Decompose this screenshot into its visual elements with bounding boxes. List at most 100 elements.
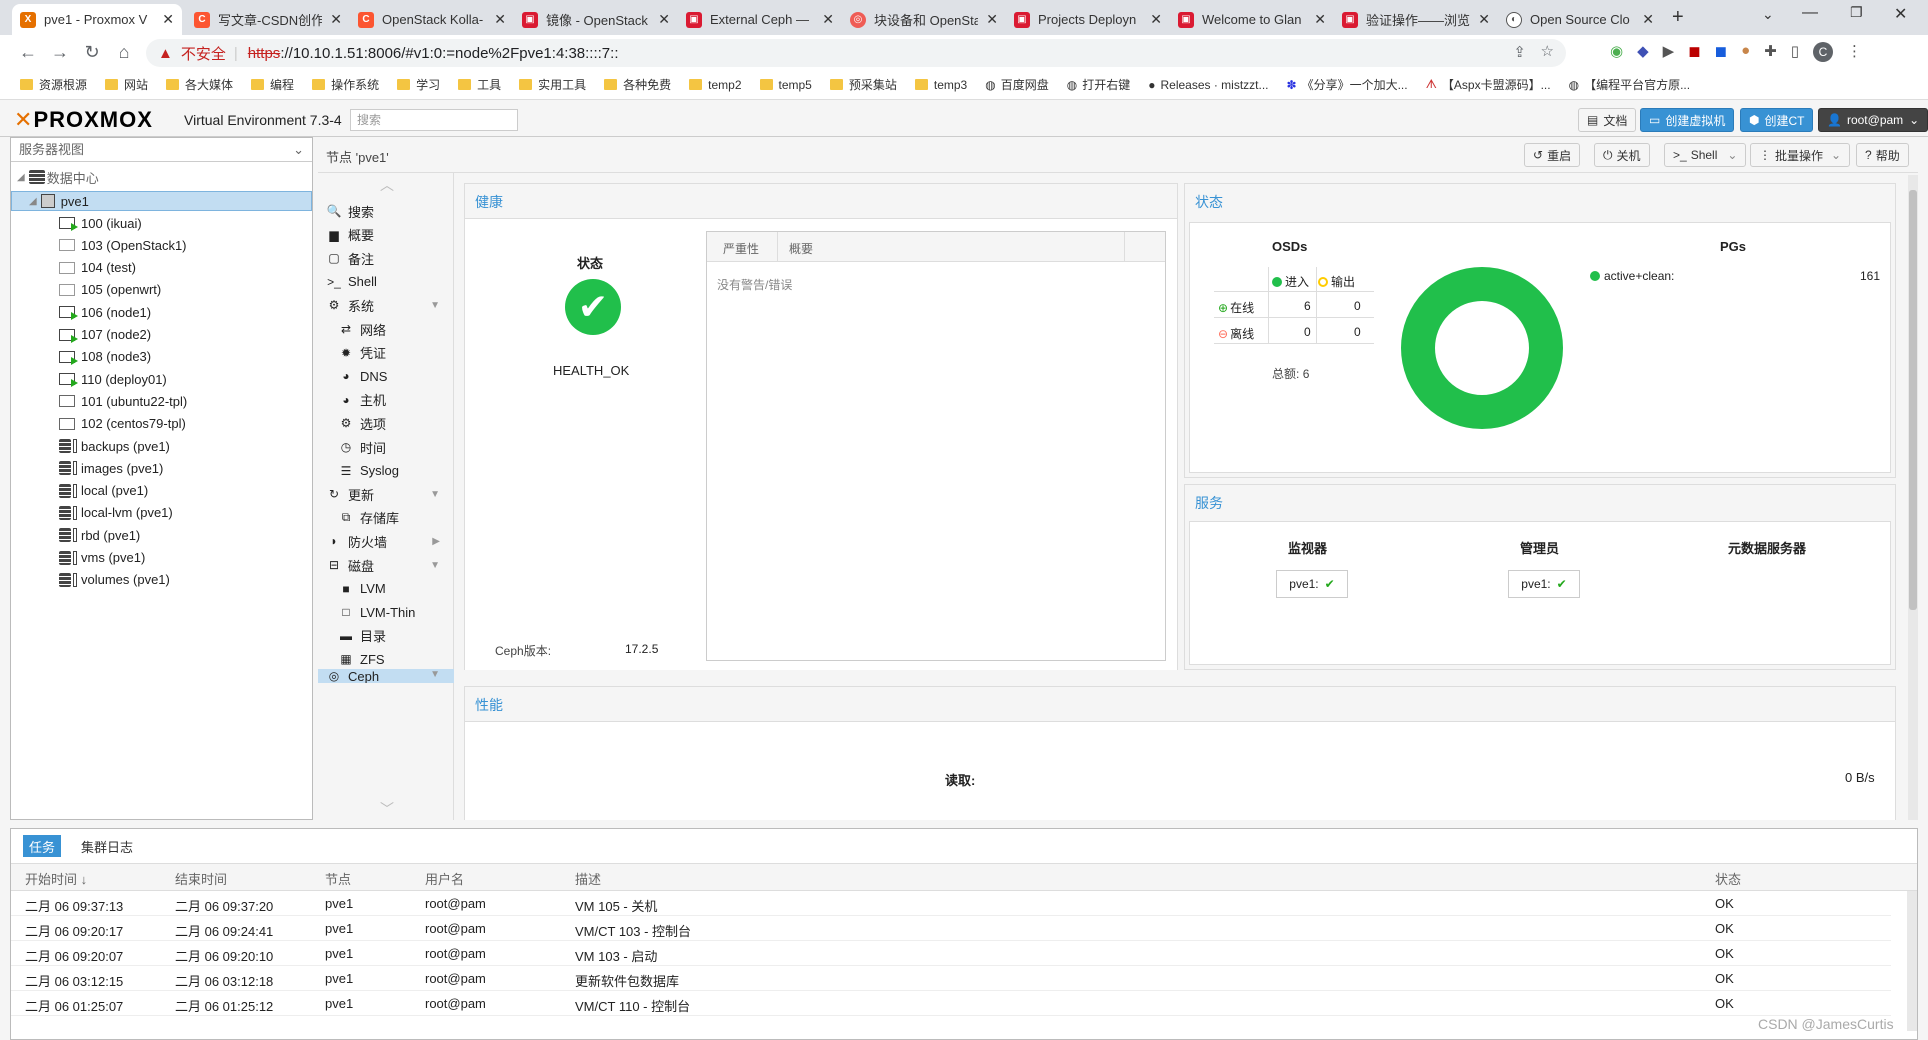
close-window-button[interactable]: ✕ bbox=[1894, 4, 1907, 24]
col-start-time[interactable]: 开始时间 ↓ bbox=[25, 869, 87, 888]
table-row[interactable]: 二月 06 09:20:17 二月 06 09:24:41 pve1 root@pam… bbox=[11, 916, 1891, 941]
col-node[interactable]: 节点 bbox=[325, 869, 351, 888]
browser-tab[interactable]: ▣ Projects Deployn ✕ bbox=[1006, 4, 1170, 35]
bookmark[interactable]: 编程 bbox=[251, 76, 294, 93]
browser-tab[interactable]: ▣ Welcome to Glan ✕ bbox=[1170, 4, 1334, 35]
forward-button[interactable]: → bbox=[46, 39, 74, 67]
bookmark[interactable]: 学习 bbox=[397, 76, 440, 93]
bookmark[interactable]: ◍ 【编程平台官方原... bbox=[1569, 76, 1691, 93]
browser-tab[interactable]: C OpenStack Kolla- ✕ bbox=[350, 4, 514, 35]
close-icon[interactable]: ✕ bbox=[494, 11, 506, 28]
bulk-actions-button[interactable]: ⋮ 批量操作 ⌄ bbox=[1750, 143, 1851, 167]
docs-button[interactable]: ▤ 文档 bbox=[1578, 108, 1637, 132]
bookmark[interactable]: ◍ 打开右键 bbox=[1067, 76, 1131, 93]
scrollbar[interactable] bbox=[1907, 891, 1917, 1031]
tab-cluster-log[interactable]: 集群日志 bbox=[75, 835, 139, 857]
tree-datacenter[interactable]: ◢ 数据中心 bbox=[17, 167, 99, 187]
reboot-button[interactable]: ↺ 重启 bbox=[1524, 143, 1581, 167]
sidebar-icon[interactable]: ▯ bbox=[1791, 42, 1799, 62]
bookmark[interactable]: temp3 bbox=[914, 78, 967, 92]
bookmark[interactable]: ᗑ 【Aspx卡盟源码】... bbox=[1426, 76, 1551, 93]
bookmark-star-icon[interactable]: ☆ bbox=[1541, 42, 1554, 60]
search-input[interactable]: 搜索 bbox=[350, 109, 518, 131]
tree-node-pve1[interactable]: ◢ pve1 bbox=[29, 191, 89, 211]
tab-tasks[interactable]: 任务 bbox=[23, 835, 62, 857]
bookmark[interactable]: ● Releases · mistzzt... bbox=[1148, 78, 1268, 92]
bookmark[interactable]: ✽ 《分享》一个加大... bbox=[1287, 76, 1408, 93]
tree-guest-item[interactable]: 104 (test) bbox=[59, 258, 136, 278]
scroll-up-icon[interactable]: ︿ bbox=[380, 175, 394, 195]
tree-guest-item[interactable]: 100 (ikuai) bbox=[59, 213, 142, 233]
insecure-label[interactable]: 不安全 bbox=[181, 43, 226, 64]
ublock-icon[interactable]: ◼ bbox=[1688, 42, 1700, 62]
close-icon[interactable]: ✕ bbox=[1150, 11, 1162, 28]
bookmark[interactable]: 预采集站 bbox=[829, 76, 897, 93]
close-icon[interactable]: ✕ bbox=[658, 11, 670, 28]
table-row[interactable]: 二月 06 09:20:07 二月 06 09:20:10 pve1 root@pam… bbox=[11, 941, 1891, 966]
restore-button[interactable]: ❐ bbox=[1850, 4, 1863, 21]
col-status[interactable]: 状态 bbox=[1715, 869, 1741, 888]
cookie-icon[interactable]: ● bbox=[1741, 42, 1750, 62]
bookmark[interactable]: 网站 bbox=[105, 76, 148, 93]
tree-guest-item[interactable]: 106 (node1) bbox=[59, 302, 151, 322]
shell-button[interactable]: >_ Shell ⌄ bbox=[1664, 143, 1747, 167]
close-icon[interactable]: ✕ bbox=[1642, 11, 1654, 28]
tree-guest-item[interactable]: 102 (centos79-tpl) bbox=[59, 414, 186, 434]
new-tab-button[interactable]: + bbox=[1672, 6, 1684, 29]
help-button[interactable]: ? 帮助 bbox=[1856, 143, 1909, 167]
tree-storage-item[interactable]: rbd (pve1) bbox=[59, 525, 140, 545]
bitwarden-icon[interactable]: ◼ bbox=[1715, 42, 1727, 62]
close-icon[interactable]: ✕ bbox=[1478, 11, 1490, 28]
col-severity[interactable]: 严重性 bbox=[723, 240, 759, 257]
tree-storage-item[interactable]: local-lvm (pve1) bbox=[59, 503, 173, 523]
browser-tab[interactable]: ◐ Open Source Clo ✕ bbox=[1498, 4, 1662, 35]
bookmark[interactable]: 资源根源 bbox=[20, 76, 87, 93]
table-row[interactable]: 二月 06 01:25:07 二月 06 01:25:12 pve1 root@pam… bbox=[11, 991, 1891, 1016]
bookmark[interactable]: 各种免费 bbox=[604, 76, 671, 93]
bookmark[interactable]: 工具 bbox=[458, 76, 501, 93]
tree-storage-item[interactable]: vms (pve1) bbox=[59, 548, 145, 568]
reload-button[interactable]: ↻ bbox=[78, 39, 106, 67]
create-ct-button[interactable]: ⬢ 创建CT bbox=[1740, 108, 1814, 132]
avatar[interactable]: C bbox=[1813, 42, 1833, 62]
warning-icon[interactable]: ▲ bbox=[158, 45, 173, 62]
table-row[interactable]: 二月 06 03:12:15 二月 06 03:12:18 pve1 root@pam… bbox=[11, 966, 1891, 991]
browser-tab[interactable]: ▣ 验证操作——浏览 ✕ bbox=[1334, 4, 1498, 35]
col-description[interactable]: 描述 bbox=[575, 869, 601, 888]
close-icon[interactable]: ✕ bbox=[1314, 11, 1326, 28]
address-bar[interactable]: ▲ 不安全 | https ://10.10.1.51:8006/#v1:0:=… bbox=[146, 39, 1566, 67]
col-end-time[interactable]: 结束时间 bbox=[175, 869, 227, 888]
puzzle-icon[interactable]: ✚ bbox=[1764, 42, 1777, 62]
nav-item[interactable]: ◎ Ceph ▼ bbox=[318, 669, 454, 683]
share-icon[interactable]: ⇪ bbox=[1513, 43, 1526, 61]
browser-tab[interactable]: ▣ 镜像 - OpenStack ✕ bbox=[514, 4, 678, 35]
browser-tab[interactable]: ◎ 块设备和 OpenSta ✕ bbox=[842, 4, 1006, 35]
bookmark[interactable]: temp2 bbox=[689, 78, 742, 92]
bookmark[interactable]: 操作系统 bbox=[312, 76, 379, 93]
scrollbar-thumb[interactable] bbox=[1909, 190, 1917, 610]
tree-guest-item[interactable]: 110 (deploy01) bbox=[59, 369, 167, 389]
browser-tab[interactable]: C 写文章-CSDN创作 ✕ bbox=[186, 4, 350, 35]
tree-guest-item[interactable]: 103 (OpenStack1) bbox=[59, 235, 187, 255]
close-icon[interactable]: ✕ bbox=[330, 11, 342, 28]
menu-icon[interactable]: ⋮ bbox=[1847, 42, 1862, 62]
bookmark[interactable]: temp5 bbox=[759, 78, 812, 92]
manager-item[interactable]: pve1: ✔ bbox=[1508, 570, 1580, 598]
tree-storage-item[interactable]: volumes (pve1) bbox=[59, 570, 170, 590]
home-icon[interactable]: ⌂ bbox=[110, 39, 138, 67]
bookmark[interactable]: ◍ 百度网盘 bbox=[985, 76, 1049, 93]
extension-icon[interactable]: ◉ bbox=[1610, 42, 1623, 62]
shutdown-button[interactable]: ⏻ 关机 bbox=[1594, 143, 1650, 167]
tree-guest-item[interactable]: 107 (node2) bbox=[59, 325, 151, 345]
table-row[interactable]: 二月 06 09:37:13 二月 06 09:37:20 pve1 root@pam… bbox=[11, 891, 1891, 916]
tree-storage-item[interactable]: local (pve1) bbox=[59, 481, 148, 501]
close-icon[interactable]: ✕ bbox=[822, 11, 834, 28]
close-icon[interactable]: ✕ bbox=[986, 11, 998, 28]
back-button[interactable]: ← bbox=[14, 39, 42, 67]
col-user[interactable]: 用户名 bbox=[425, 869, 464, 888]
tree-storage-item[interactable]: images (pve1) bbox=[59, 458, 163, 478]
bookmark[interactable]: 实用工具 bbox=[519, 76, 586, 93]
scroll-down-icon[interactable]: ﹀ bbox=[380, 799, 394, 819]
tree-guest-item[interactable]: 105 (openwrt) bbox=[59, 280, 161, 300]
monitor-item[interactable]: pve1: ✔ bbox=[1276, 570, 1348, 598]
